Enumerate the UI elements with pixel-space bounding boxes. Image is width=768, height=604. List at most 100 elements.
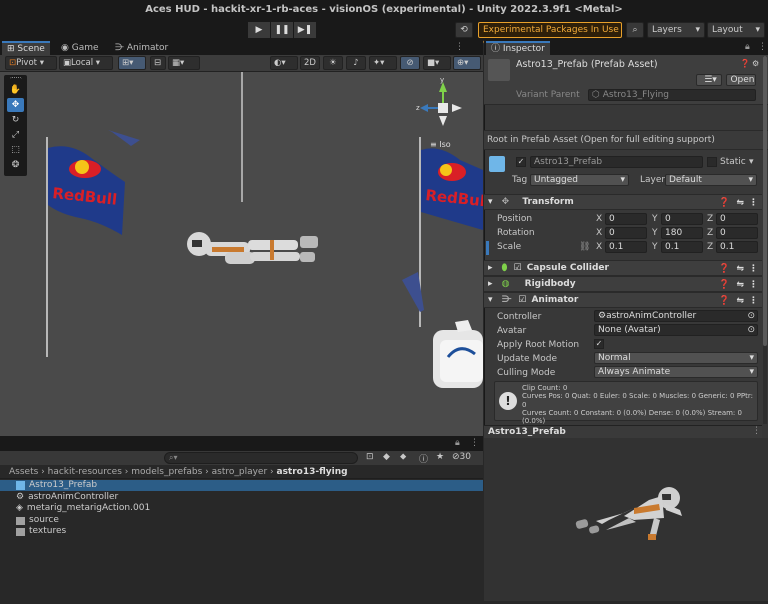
object-picker-icon[interactable]: ⊙ — [747, 311, 757, 321]
scale-tool-icon[interactable]: ⤢ — [7, 128, 24, 142]
list-dropdown-icon[interactable]: ☰▾ — [696, 74, 722, 86]
layer-dropdown[interactable]: Default ▾ — [665, 174, 757, 186]
grid-snap-button[interactable]: ⊞▾ — [118, 56, 146, 70]
audio-toggle-icon[interactable]: ♪ — [346, 56, 366, 70]
enabled-checkbox[interactable]: ☑ — [515, 295, 526, 305]
presets-icon[interactable]: ⇋ — [736, 196, 744, 210]
list-item[interactable]: Astro13_Prefab — [0, 480, 483, 491]
component-menu-icon[interactable]: ⋮ — [749, 262, 758, 276]
lock-icon[interactable]: 🔒︎ — [745, 42, 750, 52]
help-icon[interactable]: ❓ — [719, 196, 730, 210]
list-item[interactable]: source — [16, 515, 59, 526]
scene-view[interactable]: RedBull RedBull y z ≡ Iso — [0, 72, 483, 436]
presets-icon[interactable]: ⇋ — [736, 262, 744, 276]
presets-icon[interactable]: ⇋ — [736, 278, 744, 292]
tab-menu-icon[interactable]: ⋮ — [455, 42, 464, 52]
breadcrumb-assets[interactable]: Assets — [9, 467, 38, 477]
list-item[interactable]: ⚙ astroAnimController — [16, 492, 118, 503]
tag-dropdown[interactable]: Untagged ▾ — [530, 174, 629, 186]
culling-mode-dropdown[interactable]: Always Animate ▾ — [594, 366, 758, 378]
rect-tool-icon[interactable]: ⬚ — [7, 143, 24, 157]
layers-dropdown[interactable]: Layers ▾ — [647, 22, 705, 38]
scale-x-field[interactable]: 0.1 — [605, 241, 647, 253]
effects-dropdown[interactable]: ✦▾ — [369, 56, 397, 70]
list-item[interactable]: ◈ metarig_metarigAction.001 — [16, 503, 150, 514]
help-icon[interactable]: ❓ — [719, 262, 730, 276]
component-menu-icon[interactable]: ⋮ — [749, 294, 758, 308]
apply-root-motion-checkbox[interactable]: ✓ — [594, 339, 604, 349]
transform-tool-icon[interactable]: ❂ — [7, 158, 24, 172]
star-icon[interactable]: ★ — [436, 452, 444, 462]
tab-animator[interactable]: ⋺ Animator — [110, 41, 173, 55]
inspector-scrollbar[interactable] — [763, 56, 767, 424]
hand-tool-icon[interactable]: ✋ — [7, 83, 24, 97]
history-icon[interactable]: ⟲ — [455, 22, 473, 38]
rotate-tool-icon[interactable]: ↻ — [7, 113, 24, 127]
hidden-objects-icon[interactable]: ⊘ — [400, 56, 420, 70]
pivot-dropdown[interactable]: ⊡Pivot ▾ — [5, 56, 57, 70]
local-dropdown[interactable]: ▣Local ▾ — [59, 56, 113, 70]
object-picker-icon[interactable]: ⊙ — [747, 325, 757, 335]
static-checkbox[interactable] — [707, 157, 717, 167]
controller-field[interactable]: ⚙astroAnimController ⊙ — [594, 310, 758, 322]
panel-menu-icon[interactable]: ⋮ — [758, 42, 767, 52]
tab-scene[interactable]: ⊞ Scene — [2, 41, 50, 55]
position-z-field[interactable]: 0 — [716, 213, 758, 225]
rigidbody-header[interactable]: ▸ ◍ Rigidbody ❓ ⇋ ⋮ — [484, 276, 762, 292]
search-icon[interactable]: ⌕ — [626, 22, 644, 38]
scale-y-field[interactable]: 0.1 — [661, 241, 703, 253]
project-search-input[interactable]: ⌕▾ — [164, 452, 358, 464]
settings-icon[interactable]: ⚙ — [752, 59, 759, 68]
open-button[interactable]: Open — [726, 74, 756, 86]
experimental-packages-button[interactable]: Experimental Packages In Use ▾ — [478, 22, 622, 49]
filter-type-icon[interactable]: ⊡ — [366, 452, 374, 462]
static-dropdown-icon[interactable]: ▾ — [749, 157, 754, 167]
tab-inspector[interactable]: ⓘ Inspector — [486, 41, 550, 55]
increment-snap-button[interactable]: ⊟ — [150, 56, 166, 70]
rotation-x-field[interactable]: 0 — [605, 227, 647, 239]
move-tool-icon[interactable]: ✥ — [7, 98, 24, 112]
rotation-z-field[interactable]: 0 — [716, 227, 758, 239]
help-icon[interactable]: ❓ — [719, 278, 730, 292]
2d-toggle[interactable]: 2D — [300, 56, 320, 70]
enabled-checkbox[interactable]: ☑ — [510, 263, 521, 273]
component-menu-icon[interactable]: ⋮ — [749, 196, 758, 210]
filter-label-icon[interactable]: ◆ — [383, 452, 390, 462]
gizmos-dropdown[interactable]: ⊕▾ — [453, 56, 481, 70]
rotation-y-field[interactable]: 180 — [661, 227, 703, 239]
panel-menu-icon[interactable]: ⋮ — [470, 438, 479, 448]
link-icon[interactable]: ⛓ — [579, 242, 590, 252]
animator-header[interactable]: ▾ ⋺ ☑ Animator ❓ ⇋ ⋮ — [484, 292, 762, 308]
help-icon[interactable]: ❓ — [740, 59, 750, 68]
preview-panel[interactable] — [484, 438, 768, 601]
drag-handle[interactable] — [9, 77, 22, 81]
component-menu-icon[interactable]: ⋮ — [749, 278, 758, 292]
tab-game[interactable]: ◉ Game — [56, 41, 104, 55]
hidden-count-icon[interactable]: ⊘30 — [452, 452, 471, 462]
breadcrumb-astro-player[interactable]: astro_player — [212, 467, 268, 477]
iso-label[interactable]: ≡ Iso — [430, 140, 451, 149]
avatar-field[interactable]: None (Avatar) ⊙ — [594, 324, 758, 336]
object-name-field[interactable]: Astro13_Prefab — [530, 156, 703, 168]
active-checkbox[interactable]: ✓ — [516, 157, 526, 167]
list-item[interactable]: textures — [16, 526, 66, 537]
filter-tag-icon[interactable]: ⬥ — [400, 452, 406, 462]
play-button[interactable]: ▶ — [248, 22, 270, 38]
pause-button[interactable]: ❚❚ — [271, 22, 293, 38]
preview-menu-icon[interactable]: ⋮ — [752, 426, 761, 436]
scrollbar-thumb[interactable] — [763, 56, 767, 346]
step-button[interactable]: ▶❚ — [294, 22, 316, 38]
breadcrumb-current[interactable]: astro13-flying — [277, 467, 348, 477]
transform-header[interactable]: ▾ ✥ Transform ❓ ⇋ ⋮ — [484, 194, 762, 210]
capsule-collider-header[interactable]: ▸ ⬮ ☑ Capsule Collider ❓ ⇋ ⋮ — [484, 260, 762, 276]
breadcrumb-hackit-resources[interactable]: hackit-resources — [48, 467, 122, 477]
scale-z-field[interactable]: 0.1 — [716, 241, 758, 253]
lock-icon[interactable]: 🔒︎ — [455, 438, 460, 448]
layout-dropdown[interactable]: Layout ▾ — [707, 22, 765, 38]
console-info-icon[interactable]: ⓘ — [419, 452, 428, 465]
camera-dropdown[interactable]: ■▾ — [423, 56, 451, 70]
update-mode-dropdown[interactable]: Normal ▾ — [594, 352, 758, 364]
snap-settings-button[interactable]: ▦▾ — [168, 56, 200, 70]
presets-icon[interactable]: ⇋ — [736, 294, 744, 308]
help-icon[interactable]: ❓ — [719, 294, 730, 308]
